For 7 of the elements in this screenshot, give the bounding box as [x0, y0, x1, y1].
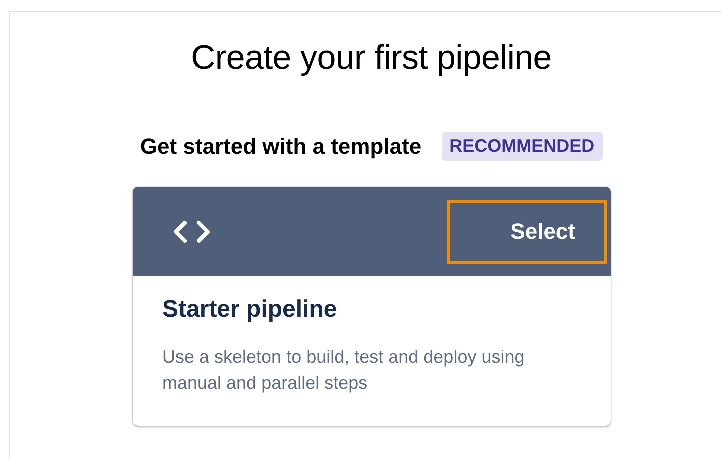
recommended-badge: RECOMMENDED [442, 132, 603, 161]
code-icon [172, 220, 210, 244]
section-title: Get started with a template [140, 134, 422, 160]
select-button[interactable]: Select [446, 200, 606, 264]
template-description: Use a skeleton to build, test and deploy using manual and parallel steps [162, 346, 526, 395]
template-title: Starter pipeline [162, 296, 338, 324]
page-heading: Create your first pipeline [191, 39, 552, 78]
